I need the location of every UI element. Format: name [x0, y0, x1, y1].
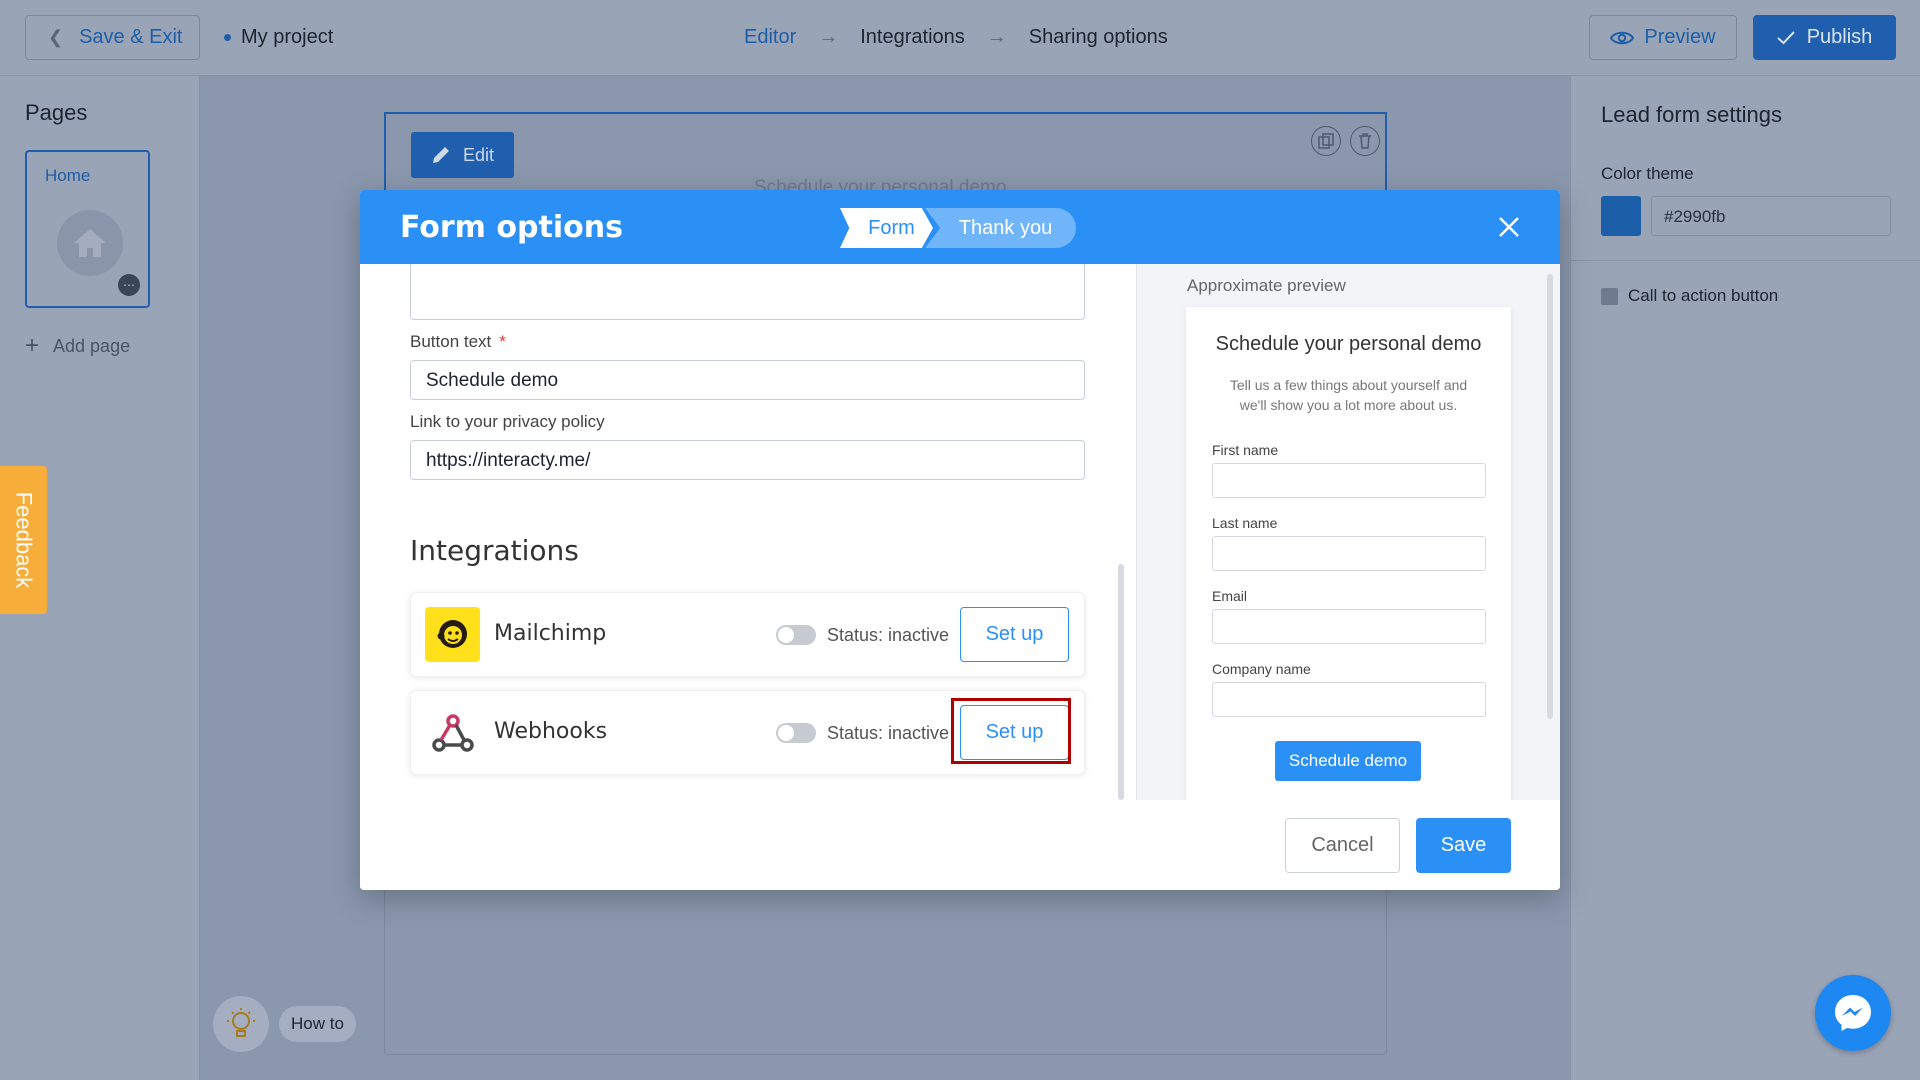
edit-block-button[interactable]: Edit [411, 132, 514, 178]
pencil-icon [432, 147, 449, 163]
preview-input-last-name [1212, 536, 1486, 571]
preview-field-label: First name [1212, 442, 1279, 458]
preview-input-email [1212, 609, 1486, 644]
chevron-left-icon: ❮ [48, 27, 64, 47]
color-theme-label: Color theme [1601, 164, 1694, 183]
messenger-icon [1835, 995, 1871, 1031]
preview-field-label: Email [1212, 588, 1248, 604]
check-icon [1777, 30, 1795, 44]
lightbulb-icon [213, 996, 269, 1052]
project-name-label: My project [241, 26, 334, 48]
button-text-label-text: Button text [410, 332, 492, 351]
preview-field-label: Company name [1212, 661, 1311, 677]
status-dot-icon [224, 34, 231, 41]
how-to-label: How to [279, 1006, 356, 1042]
form-options-modal: Form options Thank you Form Button text *… [360, 190, 1560, 890]
tab-thank-you[interactable]: Thank you [925, 208, 1076, 248]
more-options-icon[interactable]: ⋯ [118, 274, 140, 296]
cta-checkbox-row[interactable]: Call to action button [1601, 286, 1778, 306]
preview-field-label: Last name [1212, 515, 1278, 531]
step-editor[interactable]: Editor [744, 26, 796, 49]
integration-card-mailchimp: Mailchimp Status: inactive Set up [410, 592, 1085, 677]
step-navigation: Editor → Integrations → Sharing options [744, 26, 1168, 49]
cancel-button[interactable]: Cancel [1285, 818, 1400, 873]
privacy-policy-label: Link to your privacy policy [410, 412, 605, 431]
feedback-tab[interactable]: Feedback [0, 466, 47, 614]
modal-header: Form options Thank you Form [360, 190, 1560, 264]
webhooks-icon [425, 705, 480, 760]
color-swatch[interactable] [1601, 196, 1641, 236]
duplicate-icon[interactable] [1311, 126, 1341, 156]
button-text-input[interactable]: Schedule demo [410, 360, 1085, 400]
plus-icon: + [25, 332, 40, 359]
mailchimp-setup-button[interactable]: Set up [960, 607, 1069, 662]
page-thumbnail-label: Home [45, 166, 91, 185]
tab-form[interactable]: Form [840, 208, 933, 248]
how-to-widget[interactable]: How to [213, 996, 356, 1052]
preview-input-first-name [1212, 463, 1486, 498]
messenger-chat-button[interactable] [1815, 975, 1891, 1051]
modal-footer: Cancel Save [360, 800, 1560, 890]
close-icon[interactable] [1492, 210, 1526, 244]
integration-status: Status: inactive [827, 625, 950, 645]
preview-heading: Schedule your personal demo [1215, 333, 1482, 355]
divider [1571, 260, 1920, 261]
page-thumbnail-home[interactable]: Home ⋯ [25, 150, 150, 308]
preview-submit-button: Schedule demo [1275, 741, 1421, 781]
preview-label: Preview [1644, 26, 1716, 48]
description-textarea[interactable] [410, 264, 1085, 320]
step-sharing-options[interactable]: Sharing options [1029, 26, 1168, 49]
arrow-right-icon: → [818, 26, 839, 48]
save-button[interactable]: Save [1416, 818, 1511, 873]
preview-panel: Approximate preview Schedule your person… [1137, 264, 1560, 800]
project-name[interactable]: My project [224, 26, 333, 49]
mailchimp-icon [425, 607, 480, 662]
save-exit-label: Save & Exit [79, 26, 183, 48]
preview-title: Approximate preview [1187, 276, 1346, 295]
form-settings-panel: Button text * Schedule demo Link to your … [360, 264, 1135, 800]
checkbox[interactable] [1601, 287, 1618, 305]
integration-card-webhooks: Webhooks Status: inactive Set up [410, 690, 1085, 775]
settings-sidebar: Lead form settings Color theme #2990fb C… [1570, 76, 1920, 1080]
integration-name: Mailchimp [494, 621, 607, 646]
edit-label: Edit [462, 144, 495, 165]
integration-toggle[interactable] [776, 625, 816, 645]
required-marker: * [499, 332, 506, 351]
step-integrations[interactable]: Integrations [860, 26, 965, 49]
scrollbar[interactable] [1118, 564, 1124, 800]
preview-input-company [1212, 682, 1486, 717]
integrations-title: Integrations [410, 534, 579, 567]
settings-title: Lead form settings [1601, 102, 1782, 127]
preview-button[interactable]: Preview [1589, 15, 1737, 60]
save-exit-button[interactable]: ❮ Save & Exit [25, 15, 200, 60]
modal-title: Form options [400, 210, 623, 245]
preview-card: Schedule your personal demo Tell us a fe… [1186, 307, 1511, 800]
integration-status: Status: inactive [827, 723, 950, 743]
trash-icon[interactable] [1350, 126, 1380, 156]
button-text-label: Button text * [410, 332, 506, 352]
home-icon [57, 210, 123, 276]
cta-label: Call to action button [1628, 286, 1779, 305]
publish-label: Publish [1806, 26, 1873, 48]
feedback-label: Feedback [11, 491, 37, 589]
integration-toggle[interactable] [776, 723, 816, 743]
privacy-policy-input[interactable]: https://interacty.me/ [410, 440, 1085, 480]
pages-title: Pages [25, 100, 88, 125]
highlight-box [951, 698, 1071, 764]
top-bar: ❮ Save & Exit My project Editor → Integr… [0, 0, 1920, 76]
scrollbar[interactable] [1547, 274, 1553, 719]
preview-subtext: Tell us a few things about yourself and … [1229, 377, 1468, 413]
arrow-right-icon: → [986, 26, 1007, 48]
eye-icon [1610, 31, 1635, 44]
integration-name: Webhooks [494, 719, 608, 744]
publish-button[interactable]: Publish [1753, 15, 1896, 60]
add-page-label: Add page [53, 335, 131, 356]
add-page-button[interactable]: + Add page [25, 332, 130, 360]
color-hex-input[interactable]: #2990fb [1651, 196, 1891, 236]
